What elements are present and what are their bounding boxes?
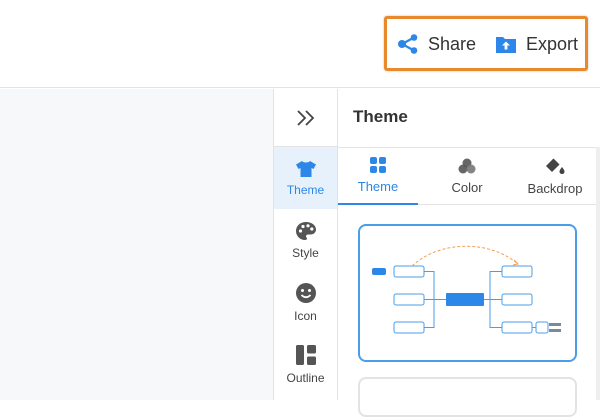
tshirt-icon	[295, 160, 316, 177]
tab-color[interactable]: Color	[426, 148, 508, 205]
tab-theme[interactable]: Theme	[338, 148, 418, 205]
rail-item-label: Outline	[286, 370, 325, 385]
tab-label: Backdrop	[527, 180, 583, 196]
rail-item-style[interactable]: Style	[274, 209, 337, 271]
tab-backdrop[interactable]: Backdrop	[514, 148, 596, 205]
rail-item-label: Theme	[286, 182, 325, 197]
mindmap-canvas[interactable]	[0, 89, 273, 400]
collapse-panel-button[interactable]	[274, 89, 337, 147]
mindmap-theme-preview	[372, 245, 561, 334]
theme-panel: Theme Theme Color Backdrop	[338, 89, 600, 417]
export-label: Export	[526, 33, 579, 54]
panel-scrollbar[interactable]	[596, 147, 600, 400]
rail-item-label: Style	[292, 245, 319, 260]
share-button[interactable]: Share	[397, 30, 476, 58]
panel-title: Theme	[353, 107, 408, 126]
export-button[interactable]: Export	[495, 30, 578, 58]
rail-item-icon[interactable]: Icon	[274, 271, 337, 333]
panel-tabs: Theme Color Backdrop	[338, 147, 596, 205]
top-toolbar: Share Export	[0, 0, 600, 88]
tab-label: Color	[451, 180, 483, 195]
export-folder-icon	[496, 37, 516, 53]
theme-option-card[interactable]	[358, 224, 577, 362]
palette-icon	[295, 221, 316, 240]
smiley-icon	[295, 282, 316, 303]
theme-option-card[interactable]	[358, 377, 577, 417]
side-rail: Theme Style Icon Outline	[273, 89, 338, 400]
grid-icon	[370, 157, 386, 173]
color-circles-icon	[458, 158, 476, 174]
share-icon	[398, 34, 418, 54]
outline-icon	[295, 344, 316, 365]
rail-item-theme[interactable]: Theme	[274, 147, 337, 209]
tab-label: Theme	[357, 179, 399, 194]
rail-item-label: Icon	[294, 308, 317, 323]
rail-item-outline[interactable]: Outline	[274, 333, 337, 395]
double-chevron-right-icon	[296, 109, 314, 126]
paint-bucket-icon	[546, 157, 565, 174]
share-label: Share	[428, 33, 477, 54]
